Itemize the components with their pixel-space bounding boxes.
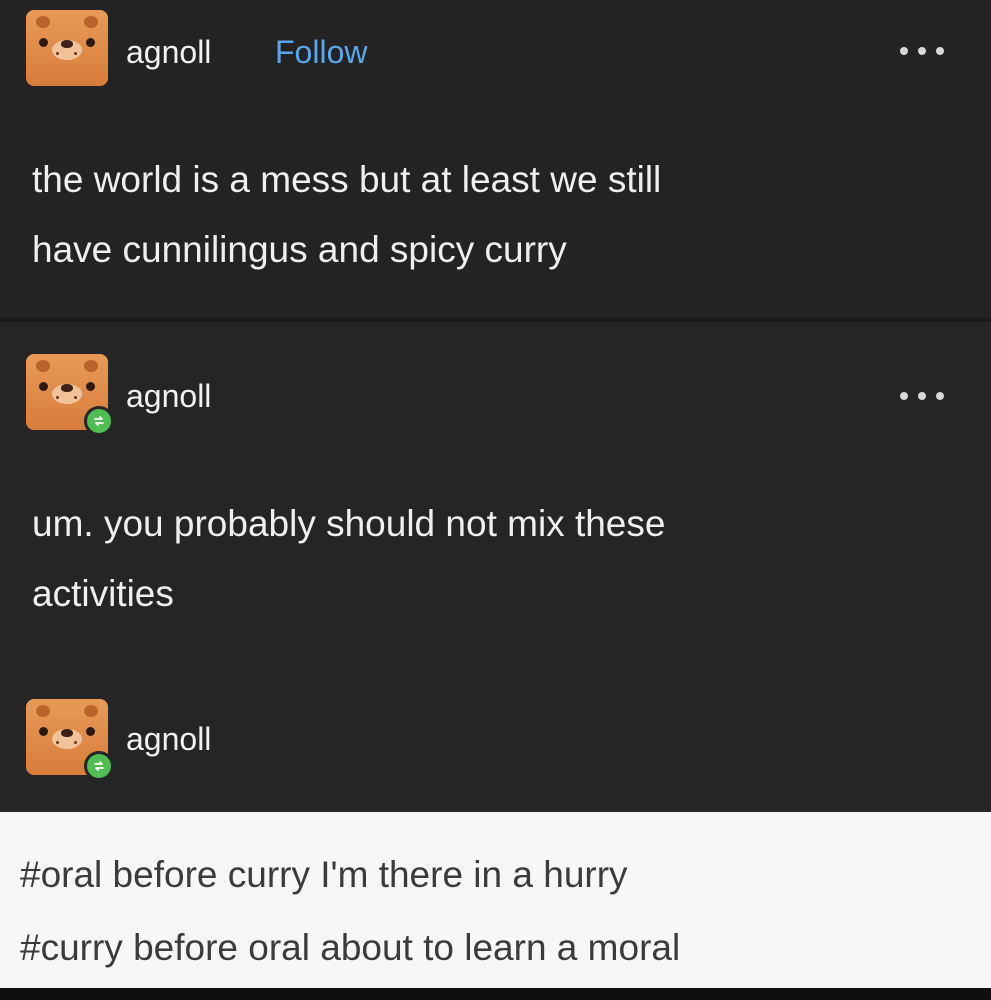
post-body: the world is a mess but at least we stil…: [32, 145, 932, 285]
bottom-edge: [0, 988, 991, 1000]
post-text-line: activities: [32, 573, 174, 614]
post-tag[interactable]: #oral before curry I'm there in a hurry: [20, 852, 628, 898]
post-text-line: um. you probably should not mix these: [32, 503, 666, 544]
reblog-icon: [84, 751, 114, 781]
more-dots-icon[interactable]: [900, 41, 944, 61]
reblogger-username[interactable]: agnoll: [126, 719, 211, 759]
reblog-thread-screenshot: agnoll Follow the world is a mess but at…: [0, 0, 991, 1000]
post-username[interactable]: agnoll: [126, 32, 211, 72]
more-dots-icon[interactable]: [900, 386, 944, 406]
post-text-line: the world is a mess but at least we stil…: [32, 159, 662, 200]
post-tag[interactable]: #curry before oral about to learn a mora…: [20, 925, 680, 971]
reblog-body: um. you probably should not mix these ac…: [32, 489, 932, 629]
reblog-icon: [84, 406, 114, 436]
follow-button[interactable]: Follow: [275, 32, 367, 72]
reblogger-username[interactable]: agnoll: [126, 376, 211, 416]
user-avatar[interactable]: [26, 10, 108, 86]
post-text-line: have cunnilingus and spicy curry: [32, 229, 567, 270]
